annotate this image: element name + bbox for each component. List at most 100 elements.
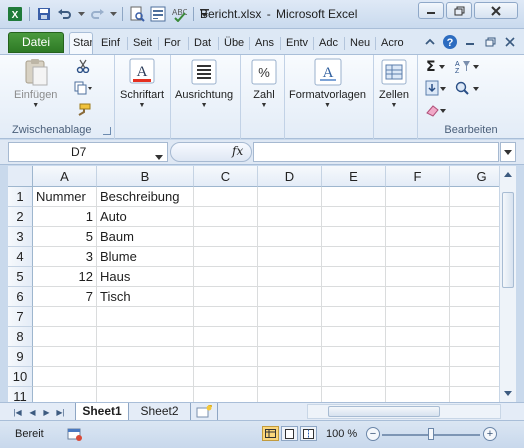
- horizontal-scrollbar[interactable]: [307, 404, 501, 419]
- prev-sheet-icon[interactable]: ◀: [27, 405, 38, 419]
- macro-record-icon[interactable]: [66, 426, 83, 441]
- tab-review[interactable]: Übe: [221, 33, 246, 54]
- table-cell[interactable]: [194, 347, 258, 367]
- sheet-tab-sheet1[interactable]: Sheet1: [75, 403, 129, 420]
- row-header[interactable]: 10: [8, 367, 33, 387]
- table-cell[interactable]: [258, 187, 322, 207]
- table-cell[interactable]: [97, 347, 194, 367]
- table-cell[interactable]: [386, 327, 450, 347]
- zoom-slider-thumb[interactable]: [428, 428, 434, 440]
- worksheet-grid[interactable]: A B C D E F G 1 2 3 4 5 6 7 8 9 10 11 Nu…: [8, 166, 516, 402]
- row-header[interactable]: 7: [8, 307, 33, 327]
- table-cell[interactable]: [322, 267, 386, 287]
- restore-icon[interactable]: [446, 2, 472, 19]
- horizontal-scroll-thumb[interactable]: [328, 406, 440, 417]
- table-cell[interactable]: [194, 287, 258, 307]
- table-cell[interactable]: [33, 387, 97, 402]
- close-icon[interactable]: [474, 2, 518, 19]
- table-cell[interactable]: [258, 287, 322, 307]
- cut-icon[interactable]: [72, 57, 94, 75]
- number-button[interactable]: % Zahl ▼: [249, 57, 279, 109]
- table-cell[interactable]: [258, 387, 322, 402]
- copy-icon[interactable]: [72, 79, 94, 97]
- table-cell[interactable]: [33, 367, 97, 387]
- table-cell[interactable]: [386, 247, 450, 267]
- page-layout-view-icon[interactable]: [281, 426, 298, 441]
- table-cell[interactable]: [322, 287, 386, 307]
- table-cell[interactable]: [194, 227, 258, 247]
- table-cell[interactable]: [386, 307, 450, 327]
- table-cell[interactable]: 1: [33, 207, 97, 227]
- column-header-e[interactable]: E: [322, 166, 386, 187]
- table-cell[interactable]: [258, 247, 322, 267]
- table-cell[interactable]: [258, 367, 322, 387]
- tab-formulas[interactable]: For: [161, 33, 186, 54]
- table-cell[interactable]: [194, 367, 258, 387]
- tab-start[interactable]: Star: [69, 32, 93, 54]
- workbook-close-icon[interactable]: [502, 34, 518, 50]
- workbook-restore-icon[interactable]: [482, 34, 498, 50]
- zoom-level[interactable]: 100 %: [326, 428, 357, 440]
- first-sheet-icon[interactable]: |◀: [12, 405, 23, 419]
- tab-file[interactable]: Datei: [8, 32, 64, 53]
- table-cell[interactable]: Baum: [97, 227, 194, 247]
- table-cell[interactable]: [258, 307, 322, 327]
- find-icon[interactable]: [454, 79, 480, 97]
- help-icon[interactable]: ?: [442, 34, 458, 50]
- column-header-f[interactable]: F: [386, 166, 450, 187]
- undo-icon[interactable]: [56, 5, 74, 23]
- row-header[interactable]: 9: [8, 347, 33, 367]
- expand-formula-bar-icon[interactable]: [500, 142, 516, 162]
- tab-new[interactable]: Neu: [347, 33, 373, 54]
- table-cell[interactable]: Auto: [97, 207, 194, 227]
- table-cell[interactable]: [194, 327, 258, 347]
- table-cell[interactable]: Beschreibung: [97, 187, 194, 207]
- insert-function-button[interactable]: fx: [232, 144, 243, 158]
- page-break-view-icon[interactable]: [300, 426, 317, 441]
- minimize-ribbon-icon[interactable]: [422, 34, 438, 50]
- redo-dropdown-icon[interactable]: [109, 5, 117, 23]
- table-cell[interactable]: [194, 207, 258, 227]
- print-preview-icon[interactable]: [128, 5, 146, 23]
- row-header[interactable]: 1: [8, 187, 33, 207]
- table-cell[interactable]: [33, 347, 97, 367]
- zoom-out-icon[interactable]: −: [366, 427, 380, 441]
- workbook-minimize-icon[interactable]: [462, 34, 478, 50]
- table-cell[interactable]: [258, 327, 322, 347]
- column-header-a[interactable]: A: [33, 166, 97, 187]
- alignment-button[interactable]: Ausrichtung ▼: [175, 57, 233, 109]
- autosum-icon[interactable]: Σ: [424, 57, 448, 75]
- table-cell[interactable]: [322, 187, 386, 207]
- scroll-down-icon[interactable]: [500, 385, 516, 402]
- table-cell[interactable]: [194, 387, 258, 402]
- fill-icon[interactable]: [424, 79, 448, 97]
- table-cell[interactable]: [386, 207, 450, 227]
- table-cell[interactable]: 5: [33, 227, 97, 247]
- table-cell[interactable]: Haus: [97, 267, 194, 287]
- tab-view[interactable]: Ans: [252, 33, 277, 54]
- table-cell[interactable]: 12: [33, 267, 97, 287]
- table-cell[interactable]: [258, 347, 322, 367]
- table-cell[interactable]: [258, 207, 322, 227]
- table-cell[interactable]: [194, 247, 258, 267]
- table-cell[interactable]: [386, 227, 450, 247]
- table-cell[interactable]: [386, 347, 450, 367]
- row-header[interactable]: 3: [8, 227, 33, 247]
- table-cell[interactable]: [258, 227, 322, 247]
- table-cell[interactable]: [386, 267, 450, 287]
- row-header[interactable]: 6: [8, 287, 33, 307]
- table-cell[interactable]: [258, 267, 322, 287]
- table-cell[interactable]: [386, 187, 450, 207]
- row-header[interactable]: 4: [8, 247, 33, 267]
- table-cell[interactable]: [322, 327, 386, 347]
- scroll-up-icon[interactable]: [500, 166, 516, 183]
- table-cell[interactable]: [97, 367, 194, 387]
- table-cell[interactable]: [386, 387, 450, 402]
- spellcheck-icon[interactable]: ABC: [170, 5, 188, 23]
- minimize-icon[interactable]: [418, 2, 444, 19]
- table-cell[interactable]: 7: [33, 287, 97, 307]
- next-sheet-icon[interactable]: ▶: [41, 405, 52, 419]
- table-cell[interactable]: [33, 307, 97, 327]
- tab-page-layout[interactable]: Seit: [130, 33, 157, 54]
- select-all-corner[interactable]: [8, 166, 33, 187]
